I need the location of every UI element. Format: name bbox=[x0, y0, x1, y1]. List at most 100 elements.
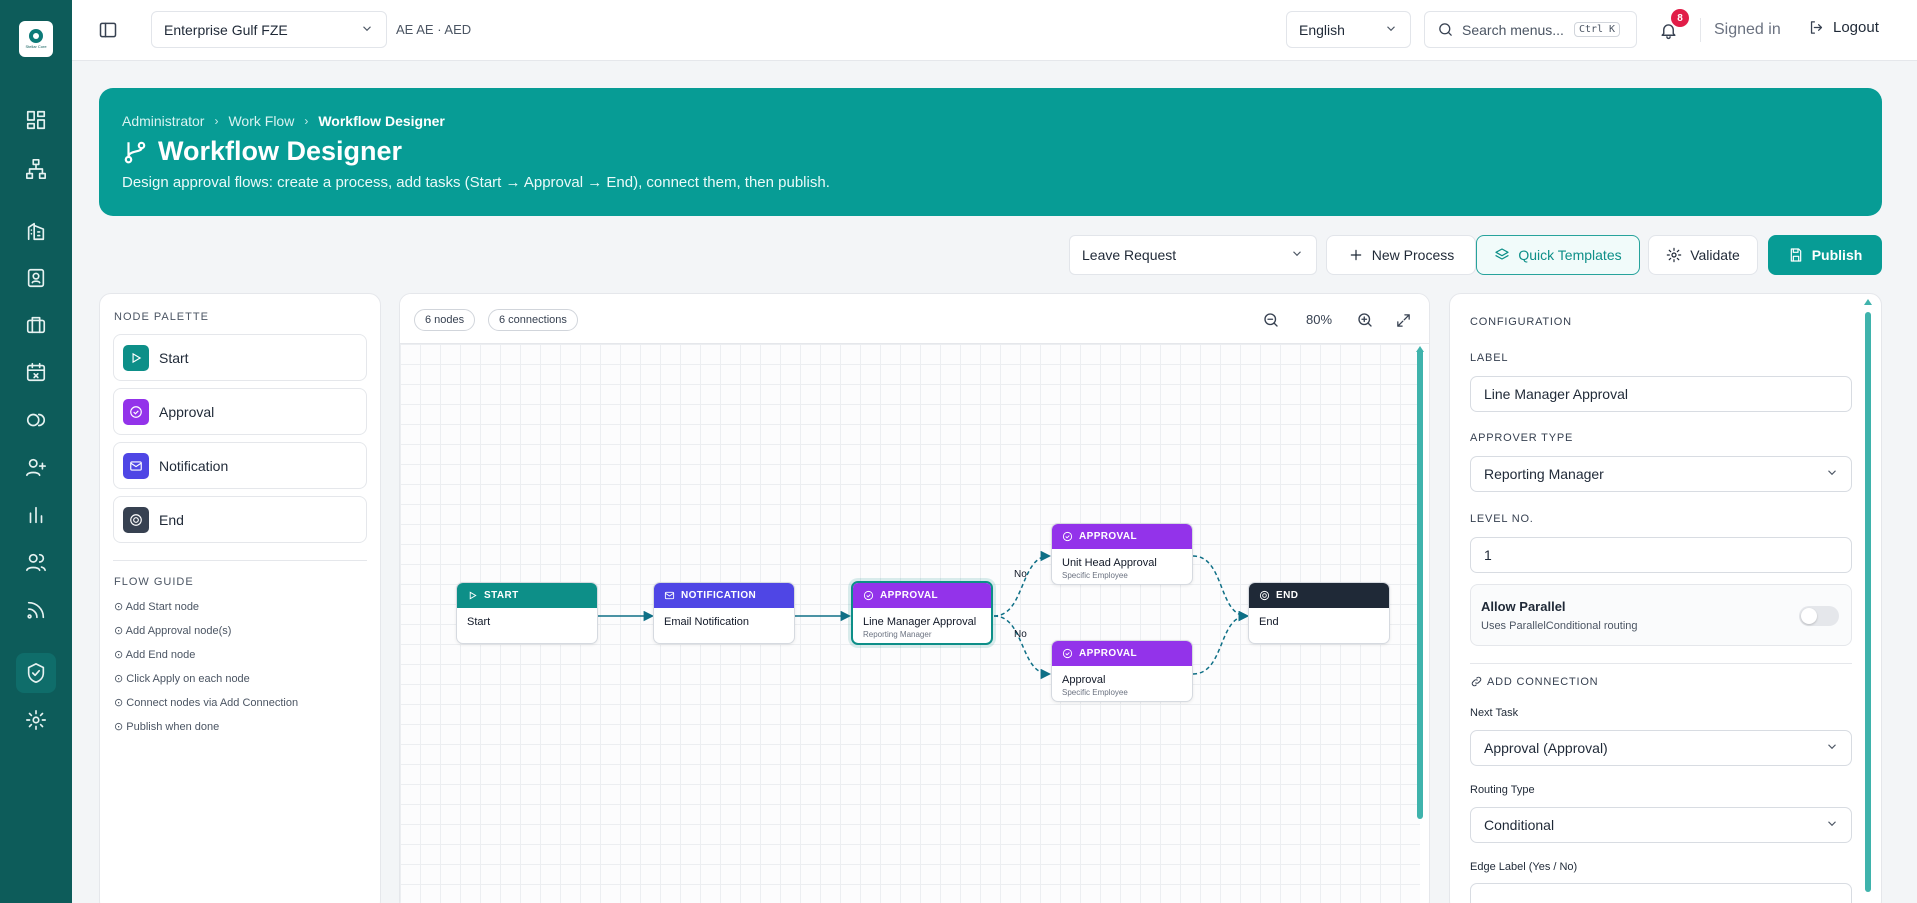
process-select[interactable]: Leave Request bbox=[1069, 235, 1317, 275]
page-header: Administrator › Work Flow › Workflow Des… bbox=[99, 88, 1882, 216]
node-type: APPROVAL bbox=[880, 590, 939, 601]
canvas-scrollbar[interactable] bbox=[1417, 349, 1423, 819]
palette-item-label: End bbox=[159, 511, 184, 528]
routing-type-select[interactable]: Conditional bbox=[1470, 807, 1852, 843]
sidebar-toggle-icon[interactable] bbox=[96, 18, 120, 42]
language-select[interactable]: English bbox=[1286, 11, 1411, 48]
logout-button[interactable]: Logout bbox=[1808, 19, 1879, 36]
validate-button[interactable]: Validate bbox=[1648, 235, 1758, 275]
approver-type-select[interactable]: Reporting Manager bbox=[1470, 456, 1852, 492]
node-body: End bbox=[1249, 608, 1389, 643]
flow-guide-step: ⊙ Connect nodes via Add Connection bbox=[114, 697, 299, 709]
search-menus-input[interactable]: Search menus... Ctrl K bbox=[1424, 11, 1637, 48]
publish-button[interactable]: Publish bbox=[1768, 235, 1882, 275]
shield-check-icon[interactable] bbox=[16, 653, 56, 693]
palette-item-notification[interactable]: Notification bbox=[113, 442, 367, 489]
allow-parallel-title: Allow Parallel bbox=[1481, 599, 1566, 614]
edge-line-manager-approval bbox=[993, 615, 1052, 680]
logout-icon bbox=[1808, 19, 1825, 36]
mail-icon bbox=[664, 590, 675, 601]
flow-guide-step: ⊙ Click Apply on each node bbox=[114, 673, 250, 685]
allow-parallel-toggle[interactable] bbox=[1799, 606, 1839, 626]
page-subtitle: Design approval flows: create a process,… bbox=[122, 174, 830, 191]
node-body: Start bbox=[457, 608, 597, 643]
search-icon bbox=[1437, 21, 1454, 38]
next-task-title: Next Task bbox=[1470, 707, 1519, 719]
rss-feed-icon[interactable] bbox=[22, 596, 50, 624]
briefcase-icon[interactable] bbox=[22, 311, 50, 339]
flow-guide-step: ⊙ Add Approval node(s) bbox=[114, 625, 232, 637]
level-no-input[interactable]: 1 bbox=[1470, 537, 1852, 573]
workflow-canvas-panel: 6 nodes 6 connections 80% No No START St… bbox=[399, 293, 1430, 903]
org-structure-icon[interactable] bbox=[22, 155, 50, 183]
node-label: Line Manager Approval bbox=[863, 616, 977, 628]
configuration-heading: CONFIGURATION bbox=[1470, 316, 1572, 328]
approver-type-title: APPROVER TYPE bbox=[1470, 432, 1574, 444]
edge-line-manager-unit-head bbox=[993, 550, 1052, 617]
node-sublabel: Reporting Manager bbox=[863, 630, 932, 639]
quick-templates-button[interactable]: Quick Templates bbox=[1476, 235, 1640, 275]
top-bar: Enterprise Gulf FZE AE AE · AED English … bbox=[72, 0, 1917, 61]
next-task-select[interactable]: Approval (Approval) bbox=[1470, 730, 1852, 766]
chevron-down-icon bbox=[1290, 247, 1304, 264]
scroll-up-arrow-icon[interactable] bbox=[1864, 299, 1872, 305]
building-icon[interactable] bbox=[22, 217, 50, 245]
workflow-node-notification[interactable]: NOTIFICATION Email Notification bbox=[653, 582, 795, 644]
level-no-value: 1 bbox=[1484, 547, 1492, 563]
allow-parallel-subtitle: Uses ParallelConditional routing bbox=[1481, 620, 1638, 632]
breadcrumb-current: Workflow Designer bbox=[318, 113, 445, 129]
node-sublabel: Specific Employee bbox=[1062, 688, 1128, 697]
process-select-value: Leave Request bbox=[1082, 247, 1177, 263]
config-scrollbar[interactable] bbox=[1865, 312, 1871, 892]
node-body: Unit Head Approval Specific Employee bbox=[1052, 549, 1192, 584]
configuration-panel: CONFIGURATION LABEL Line Manager Approva… bbox=[1449, 293, 1882, 903]
workflow-node-line-manager-approval[interactable]: APPROVAL Line Manager Approval Reporting… bbox=[851, 581, 993, 645]
palette-item-end[interactable]: End bbox=[113, 496, 367, 543]
workflow-node-end[interactable]: END End bbox=[1248, 582, 1390, 644]
workflow-node-approval[interactable]: APPROVAL Approval Specific Employee bbox=[1051, 640, 1193, 702]
node-body: Line Manager Approval Reporting Manager bbox=[853, 608, 991, 643]
settings-gear-icon[interactable] bbox=[22, 706, 50, 734]
node-header: APPROVAL bbox=[1052, 524, 1192, 549]
breadcrumb-work-flow[interactable]: Work Flow bbox=[228, 113, 294, 129]
coins-icon[interactable] bbox=[22, 406, 50, 434]
bar-chart-icon[interactable] bbox=[22, 501, 50, 529]
workflow-node-unit-head-approval[interactable]: APPROVAL Unit Head Approval Specific Emp… bbox=[1051, 523, 1193, 585]
calendar-x-icon[interactable] bbox=[22, 358, 50, 386]
flow-guide-step: ⊙ Add Start node bbox=[114, 601, 200, 613]
contact-card-icon[interactable] bbox=[22, 264, 50, 292]
user-plus-icon[interactable] bbox=[22, 453, 50, 481]
add-connection-heading: ADD CONNECTION bbox=[1470, 675, 1598, 688]
dashboard-icon[interactable] bbox=[22, 106, 50, 134]
node-body: Email Notification bbox=[654, 608, 794, 643]
palette-item-approval[interactable]: Approval bbox=[113, 388, 367, 435]
flow-guide-step: ⊙ Publish when done bbox=[114, 721, 220, 733]
company-select[interactable]: Enterprise Gulf FZE bbox=[151, 11, 387, 48]
node-label: Unit Head Approval bbox=[1062, 557, 1157, 569]
add-connection-label: ADD CONNECTION bbox=[1487, 675, 1599, 688]
edge-label-input[interactable]: No bbox=[1470, 883, 1852, 903]
workflow-node-start[interactable]: START Start bbox=[456, 582, 598, 644]
edge-label-title: Edge Label (Yes / No) bbox=[1470, 861, 1578, 873]
new-process-button[interactable]: New Process bbox=[1326, 235, 1476, 275]
page-title: Workflow Designer bbox=[122, 136, 402, 167]
breadcrumb: Administrator › Work Flow › Workflow Des… bbox=[122, 113, 445, 129]
app-logo[interactable]: Stellar Core bbox=[19, 21, 53, 57]
node-type: START bbox=[484, 590, 519, 601]
palette-divider bbox=[113, 560, 367, 561]
check-circle-icon bbox=[863, 590, 874, 601]
chevron-down-icon bbox=[360, 21, 374, 38]
sidebar: Stellar Core bbox=[0, 0, 72, 903]
node-header: APPROVAL bbox=[853, 583, 991, 608]
breadcrumb-administrator[interactable]: Administrator bbox=[122, 113, 204, 129]
logo-text: Stellar Core bbox=[25, 44, 47, 49]
edge-label: No bbox=[1014, 629, 1027, 640]
palette-item-start[interactable]: Start bbox=[113, 334, 367, 381]
allow-parallel-card: Allow Parallel Uses ParallelConditional … bbox=[1470, 584, 1852, 646]
node-type: END bbox=[1276, 590, 1299, 601]
stop-circle-icon bbox=[1259, 590, 1270, 601]
users-icon[interactable] bbox=[22, 548, 50, 576]
node-header: START bbox=[457, 583, 597, 608]
git-branch-icon bbox=[122, 139, 148, 165]
label-input[interactable]: Line Manager Approval bbox=[1470, 376, 1852, 412]
